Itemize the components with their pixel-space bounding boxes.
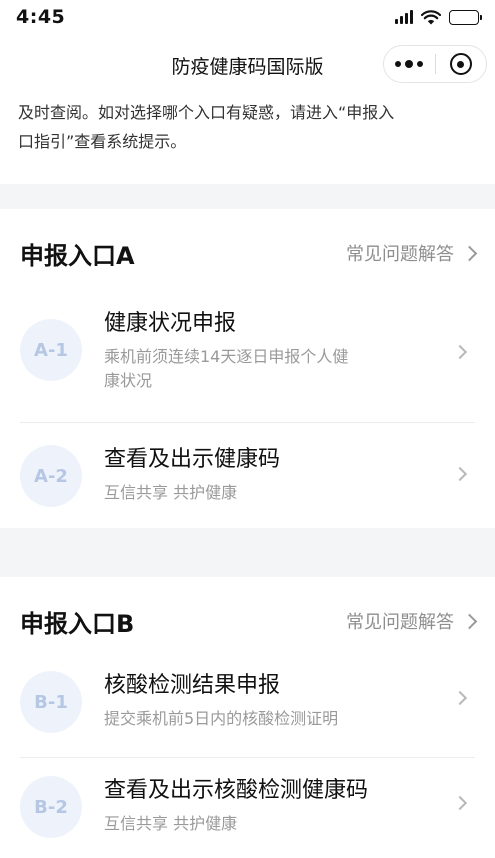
close-miniprogram-button[interactable] — [436, 46, 487, 82]
status-bar: 4:45 — [0, 0, 495, 34]
entry-a-1[interactable]: A-1 健康状况申报 乘机前须连续14天逐日申报个人健 康状况 — [20, 297, 475, 423]
entry-badge: A-1 — [20, 319, 82, 381]
entry-text: 核酸检测结果申报 提交乘机前5日内的核酸检测证明 — [104, 671, 475, 731]
entry-title: 健康状况申报 — [104, 311, 237, 336]
section-entry-a: 申报入口A 常见问题解答 A-1 健康状况申报 乘机前须连续14天逐日申报个人健… — [0, 209, 495, 528]
entry-subtitle: 提交乘机前5日内的核酸检测证明 — [104, 709, 339, 728]
status-icons — [395, 9, 482, 25]
entry-b-1[interactable]: B-1 核酸检测结果申报 提交乘机前5日内的核酸检测证明 — [20, 665, 475, 758]
wifi-icon — [421, 9, 441, 24]
entry-title: 查看及出示健康码 — [104, 447, 281, 472]
section-title: 申报入口B — [20, 609, 135, 638]
intro-text: 及时查阅。如对选择哪个入口有疑惑，请进入“申报入 口指引”查看系统提示。 — [0, 96, 495, 184]
close-target-icon — [449, 53, 472, 75]
section-title: 申报入口A — [20, 241, 135, 270]
entry-text: 健康状况申报 乘机前须连续14天逐日申报个人健 康状况 — [104, 309, 475, 393]
entry-subtitle: 乘机前须连续14天逐日申报个人健 康状况 — [104, 345, 435, 393]
entry-badge: B-2 — [20, 776, 82, 838]
entry-text: 查看及出示健康码 互信共享 共护健康 — [104, 445, 475, 505]
miniprogram-capsule — [383, 45, 487, 83]
entry-text: 查看及出示核酸检测健康码 互信共享 共护健康 — [104, 776, 475, 836]
section-header: 申报入口B 常见问题解答 — [0, 577, 495, 665]
intro-line-1: 及时查阅。如对选择哪个入口有疑惑，请进入“申报入 — [18, 103, 395, 122]
entry-subtitle: 互信共享 共护健康 — [104, 814, 238, 833]
more-options-icon[interactable] — [384, 46, 435, 82]
entry-a-2[interactable]: A-2 查看及出示健康码 互信共享 共护健康 — [20, 423, 475, 528]
entry-badge: A-2 — [20, 445, 82, 507]
faq-label: 常见问题解答 — [346, 244, 454, 265]
faq-link[interactable]: 常见问题解答 — [346, 240, 478, 266]
section-entry-b: 申报入口B 常见问题解答 B-1 核酸检测结果申报 提交乘机前5日内的核酸检测证… — [0, 577, 495, 858]
chevron-right-icon — [461, 613, 478, 629]
entry-title: 查看及出示核酸检测健康码 — [104, 778, 369, 803]
entry-title: 核酸检测结果申报 — [104, 673, 281, 698]
entry-subtitle: 互信共享 共护健康 — [104, 483, 238, 502]
intro-line-2: 口指引”查看系统提示。 — [18, 132, 187, 151]
chevron-right-icon — [461, 245, 478, 261]
entry-subtitle-line-2: 康状况 — [104, 371, 153, 390]
nav-bar: 防疫健康码国际版 — [0, 34, 495, 96]
entry-b-2[interactable]: B-2 查看及出示核酸检测健康码 互信共享 共护健康 — [20, 758, 475, 858]
entry-badge: B-1 — [20, 671, 82, 733]
section-header: 申报入口A 常见问题解答 — [0, 209, 495, 297]
faq-label: 常见问题解答 — [346, 612, 454, 633]
cellular-signal-icon — [395, 10, 413, 24]
faq-link[interactable]: 常见问题解答 — [346, 608, 478, 634]
battery-icon — [449, 9, 482, 25]
entry-subtitle-line-1: 乘机前须连续14天逐日申报个人健 — [104, 347, 349, 366]
status-time: 4:45 — [16, 6, 66, 28]
